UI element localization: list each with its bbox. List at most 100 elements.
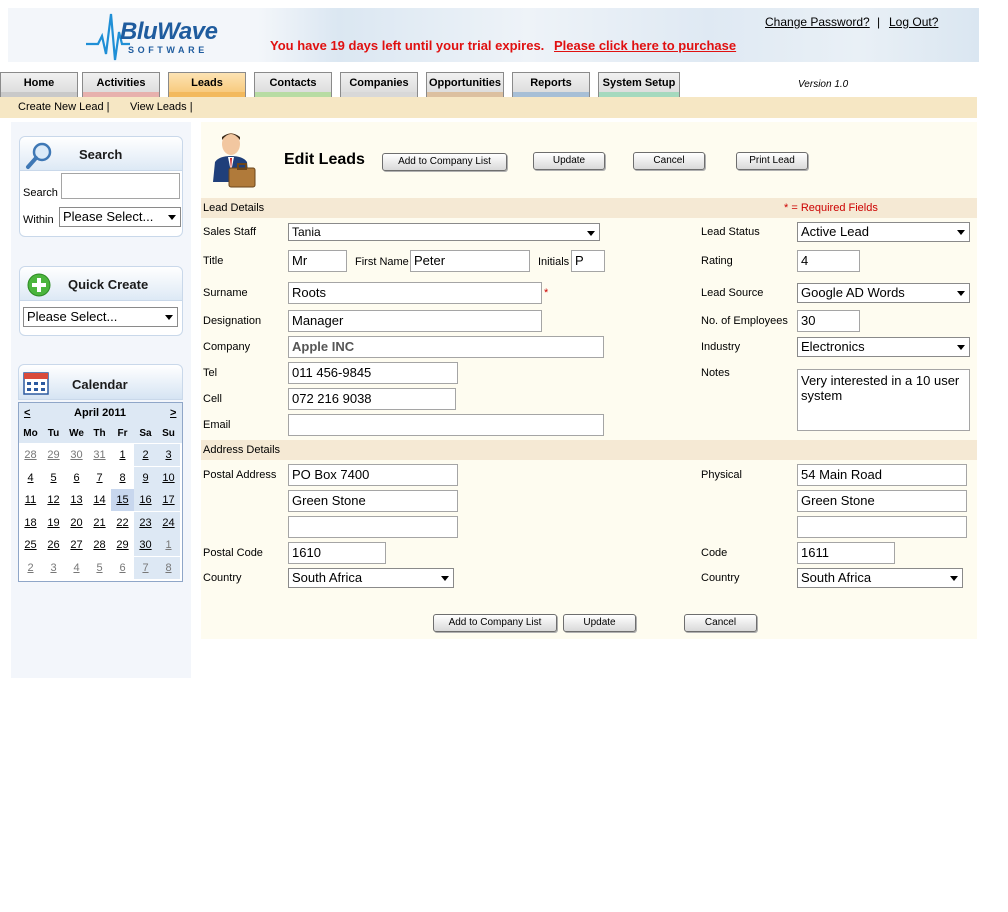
bottom-add-to-company-list-button[interactable]: Add to Company List: [433, 614, 557, 632]
sales-staff-select[interactable]: Tania: [288, 223, 600, 241]
employees-input[interactable]: 30: [797, 310, 860, 332]
calendar-day[interactable]: 25: [19, 534, 42, 556]
calendar-day[interactable]: 23: [134, 511, 157, 534]
calendar-day[interactable]: 7: [134, 556, 157, 579]
calendar-day[interactable]: 6: [65, 467, 88, 489]
tab-opportunities[interactable]: Opportunities: [426, 72, 504, 98]
search-panel: Search Search Within Please Select...: [19, 136, 183, 237]
notes-textarea[interactable]: Very interested in a 10 user system: [797, 369, 970, 431]
tab-companies[interactable]: Companies: [340, 72, 418, 98]
calendar-day[interactable]: 18: [19, 512, 42, 534]
physical-address-line1[interactable]: 54 Main Road: [797, 464, 967, 486]
tab-leads[interactable]: Leads: [168, 72, 246, 98]
calendar-day[interactable]: 28: [88, 534, 111, 556]
calendar-day[interactable]: 6: [111, 557, 134, 579]
designation-input[interactable]: Manager: [288, 310, 542, 332]
calendar-day[interactable]: 2: [134, 444, 157, 466]
logout-link[interactable]: Log Out?: [889, 15, 938, 29]
calendar-day[interactable]: 11: [19, 489, 42, 511]
physical-address-line3[interactable]: [797, 516, 967, 538]
address-details-label: Address Details: [203, 444, 281, 456]
calendar-day[interactable]: 14: [88, 489, 111, 511]
tab-activities[interactable]: Activities: [82, 72, 160, 98]
change-password-link[interactable]: Change Password?: [765, 15, 870, 29]
required-fields-note: * = Required Fields: [784, 202, 878, 214]
calendar-day[interactable]: 24: [157, 511, 180, 534]
calendar-day[interactable]: 10: [157, 466, 180, 489]
tab-system-setup[interactable]: System Setup: [598, 72, 680, 98]
calendar-day[interactable]: 20: [65, 512, 88, 534]
postal-address-line3[interactable]: [288, 516, 458, 538]
calendar-day[interactable]: 19: [42, 512, 65, 534]
postal-country-select[interactable]: South Africa: [288, 568, 454, 588]
initials-input[interactable]: P: [571, 250, 605, 272]
purchase-link[interactable]: Please click here to purchase: [554, 38, 736, 53]
calendar-day[interactable]: 8: [111, 467, 134, 489]
lead-status-value: Active Lead: [801, 224, 869, 239]
calendar-day[interactable]: 1: [157, 534, 180, 556]
postal-code-input[interactable]: 1610: [288, 542, 386, 564]
surname-input[interactable]: Roots: [288, 282, 542, 304]
calendar-day[interactable]: 29: [111, 534, 134, 556]
calendar-day[interactable]: 4: [65, 557, 88, 579]
sidebar-search-input[interactable]: [61, 173, 180, 199]
postal-address-line1[interactable]: PO Box 7400: [288, 464, 458, 486]
calendar-day[interactable]: 3: [157, 444, 180, 466]
lead-source-select[interactable]: Google AD Words: [797, 283, 970, 303]
calendar-day[interactable]: 12: [42, 489, 65, 511]
calendar-day[interactable]: 27: [65, 534, 88, 556]
calendar-day[interactable]: 30: [65, 444, 88, 466]
calendar-day[interactable]: 1: [111, 444, 134, 466]
update-button[interactable]: Update: [533, 152, 605, 170]
print-lead-button[interactable]: Print Lead: [736, 152, 808, 170]
tab-contacts[interactable]: Contacts: [254, 72, 332, 98]
bottom-cancel-button[interactable]: Cancel: [684, 614, 757, 632]
calendar-prev-link[interactable]: <: [24, 407, 30, 419]
calendar-day[interactable]: 9: [134, 466, 157, 489]
calendar-day[interactable]: 5: [88, 557, 111, 579]
tel-input[interactable]: 011 456-9845: [288, 362, 458, 384]
header-separator: |: [877, 15, 881, 29]
view-leads-link[interactable]: View Leads |: [130, 101, 193, 113]
calendar-day[interactable]: 26: [42, 534, 65, 556]
calendar-day[interactable]: 7: [88, 467, 111, 489]
calendar-day[interactable]: 29: [42, 444, 65, 466]
create-new-lead-link[interactable]: Create New Lead |: [18, 101, 110, 113]
calendar-day[interactable]: 15: [111, 489, 134, 511]
calendar-day[interactable]: 2: [19, 557, 42, 579]
title-input[interactable]: Mr: [288, 250, 347, 272]
bottom-update-button[interactable]: Update: [563, 614, 636, 632]
add-to-company-list-button[interactable]: Add to Company List: [382, 153, 507, 171]
email-input[interactable]: [288, 414, 604, 436]
company-input[interactable]: Apple INC: [288, 336, 604, 358]
cell-input[interactable]: 072 216 9038: [288, 388, 456, 410]
calendar-next-link[interactable]: >: [170, 407, 176, 419]
calendar-day[interactable]: 13: [65, 489, 88, 511]
calendar-day[interactable]: 5: [42, 467, 65, 489]
calendar-day[interactable]: 8: [157, 556, 180, 579]
quick-create-select[interactable]: Please Select...: [23, 307, 178, 327]
rating-input[interactable]: 4: [797, 250, 860, 272]
calendar-day[interactable]: 22: [111, 512, 134, 534]
cancel-button[interactable]: Cancel: [633, 152, 705, 170]
postal-address-line2[interactable]: Green Stone: [288, 490, 458, 512]
tab-home[interactable]: Home: [0, 72, 78, 98]
lead-source-value: Google AD Words: [801, 285, 905, 300]
lead-status-select[interactable]: Active Lead: [797, 222, 970, 242]
physical-country-select[interactable]: South Africa: [797, 568, 963, 588]
within-select[interactable]: Please Select...: [59, 207, 181, 227]
employees-label: No. of Employees: [701, 315, 788, 327]
calendar-day[interactable]: 3: [42, 557, 65, 579]
code-input[interactable]: 1611: [797, 542, 895, 564]
calendar-day[interactable]: 30: [134, 534, 157, 556]
calendar-day[interactable]: 16: [134, 489, 157, 511]
first-name-input[interactable]: Peter: [410, 250, 530, 272]
calendar-day[interactable]: 17: [157, 489, 180, 511]
calendar-day[interactable]: 28: [19, 444, 42, 466]
industry-select[interactable]: Electronics: [797, 337, 970, 357]
calendar-day[interactable]: 4: [19, 467, 42, 489]
calendar-day[interactable]: 21: [88, 512, 111, 534]
tab-reports[interactable]: Reports: [512, 72, 590, 98]
physical-address-line2[interactable]: Green Stone: [797, 490, 967, 512]
calendar-day[interactable]: 31: [88, 444, 111, 466]
